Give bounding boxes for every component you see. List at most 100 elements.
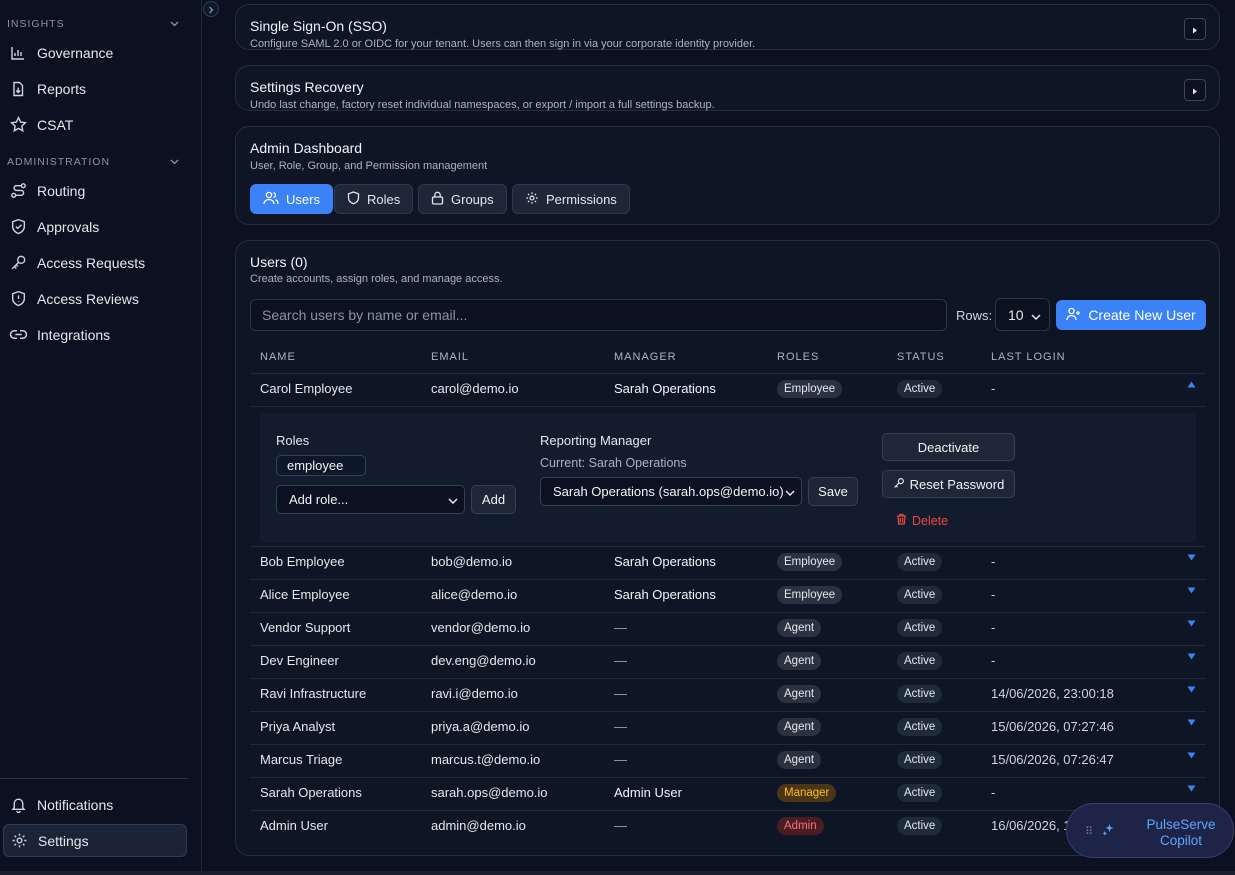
key-icon xyxy=(893,477,905,492)
column-header-email: EMAIL xyxy=(431,351,470,363)
settings-recovery-card: Settings Recovery Undo last change, fact… xyxy=(235,65,1220,111)
status-badge: Active xyxy=(897,619,943,637)
tab-groups[interactable]: Groups xyxy=(418,184,507,214)
sidebar-item-approvals[interactable]: Approvals xyxy=(3,210,187,243)
play-icon xyxy=(1192,22,1198,37)
user-email: carol@demo.io xyxy=(431,381,519,396)
user-manager: — xyxy=(614,818,627,833)
user-manager: — xyxy=(614,686,627,701)
role-chip[interactable]: employee xyxy=(276,455,366,476)
user-manager: Sarah Operations xyxy=(614,381,716,396)
expand-row-icon[interactable] xyxy=(1186,750,1196,760)
recovery-expand-button[interactable] xyxy=(1184,79,1206,101)
chevron-down-icon xyxy=(448,492,458,507)
sidebar-item-governance[interactable]: Governance xyxy=(3,36,187,69)
chevron-down-icon xyxy=(169,157,179,167)
bar-chart-icon xyxy=(9,44,27,62)
save-manager-button[interactable]: Save xyxy=(808,477,858,506)
users-icon xyxy=(263,191,279,208)
sidebar: INSIGHTS Governance Reports CSAT ADMINIS… xyxy=(0,0,202,875)
trash-icon xyxy=(896,513,907,528)
sidebar-item-settings[interactable]: Settings xyxy=(3,824,187,857)
role-badge: Employee xyxy=(777,553,843,571)
row-divider xyxy=(250,810,1206,811)
bottom-strip xyxy=(0,871,1235,875)
play-icon xyxy=(1192,83,1198,98)
tab-roles[interactable]: Roles xyxy=(334,184,414,214)
sidebar-item-integrations[interactable]: Integrations xyxy=(3,318,187,351)
user-manager: — xyxy=(614,653,627,668)
row-divider xyxy=(250,711,1206,712)
user-email: alice@demo.io xyxy=(431,587,518,602)
drag-handle-icon[interactable]: ⠿ xyxy=(1085,825,1093,838)
rows-per-page-select[interactable]: 10 xyxy=(995,298,1050,331)
current-manager: Current: Sarah Operations xyxy=(540,456,687,470)
tab-users[interactable]: Users xyxy=(250,184,333,214)
user-detail-panel: Roles employee Add role... Add Reporting… xyxy=(260,413,1196,543)
sidebar-item-access-requests[interactable]: Access Requests xyxy=(3,246,187,279)
sidebar-collapse-button[interactable] xyxy=(203,1,219,17)
create-user-button[interactable]: Create New User xyxy=(1056,300,1206,330)
column-header-name: NAME xyxy=(260,351,296,363)
column-header-last-login: LAST LOGIN xyxy=(991,351,1066,363)
sidebar-item-reports[interactable]: Reports xyxy=(3,72,187,105)
shield-icon xyxy=(347,190,360,208)
user-last-login: - xyxy=(991,653,996,668)
rows-value: 10 xyxy=(1008,306,1024,323)
expand-row-icon[interactable] xyxy=(1186,552,1196,562)
sidebar-divider xyxy=(0,778,188,779)
reset-password-label: Reset Password xyxy=(909,476,1005,492)
recovery-subtitle: Undo last change, factory reset individu… xyxy=(250,99,715,111)
column-header-status: STATUS xyxy=(897,351,945,363)
expand-row-icon[interactable] xyxy=(1186,783,1196,793)
section-insights[interactable]: INSIGHTS xyxy=(7,14,179,34)
user-name: Vendor Support xyxy=(260,620,351,635)
deactivate-button[interactable]: Deactivate xyxy=(882,433,1015,461)
user-name: Marcus Triage xyxy=(260,752,343,767)
tab-label: Groups xyxy=(451,191,494,207)
link-icon xyxy=(9,326,27,344)
sso-expand-button[interactable] xyxy=(1184,18,1206,40)
row-divider xyxy=(250,612,1206,613)
sidebar-item-notifications[interactable]: Notifications xyxy=(3,788,187,821)
sidebar-item-routing[interactable]: Routing xyxy=(3,174,187,207)
tab-permissions[interactable]: Permissions xyxy=(512,184,630,214)
status-badge: Active xyxy=(897,817,943,835)
add-role-select[interactable]: Add role... xyxy=(276,485,465,514)
delete-user-button[interactable]: Delete xyxy=(896,513,948,528)
row-divider xyxy=(250,579,1206,580)
status-badge: Active xyxy=(897,751,943,769)
search-input[interactable] xyxy=(250,299,947,331)
add-role-button[interactable]: Add xyxy=(471,485,516,514)
chevron-down-icon xyxy=(785,484,795,499)
reset-password-button[interactable]: Reset Password xyxy=(882,470,1015,498)
copilot-button[interactable]: ⠿ PulseServe Copilot xyxy=(1066,803,1234,858)
role-badge: Agent xyxy=(777,718,822,736)
collapse-row-icon[interactable] xyxy=(1186,379,1196,389)
manager-select-value: Sarah Operations (sarah.ops@demo.io) xyxy=(553,484,784,499)
expand-row-icon[interactable] xyxy=(1186,585,1196,595)
column-header-manager: MANAGER xyxy=(614,351,677,363)
sso-subtitle: Configure SAML 2.0 or OIDC for your tena… xyxy=(250,38,756,50)
user-plus-icon xyxy=(1066,307,1081,324)
user-last-login: 15/06/2026, 07:26:47 xyxy=(991,752,1114,767)
chevron-down-icon xyxy=(1031,307,1041,323)
section-administration[interactable]: ADMINISTRATION xyxy=(7,152,179,172)
user-email: priya.a@demo.io xyxy=(431,719,530,734)
role-badge: Agent xyxy=(777,652,822,670)
expand-row-icon[interactable] xyxy=(1186,651,1196,661)
sidebar-item-csat[interactable]: CSAT xyxy=(3,108,187,141)
role-badge: Employee xyxy=(777,586,843,604)
manager-select[interactable]: Sarah Operations (sarah.ops@demo.io) xyxy=(540,477,802,506)
user-email: ravi.i@demo.io xyxy=(431,686,518,701)
sidebar-item-label: CSAT xyxy=(37,116,74,133)
sidebar-item-label: Access Requests xyxy=(37,254,146,271)
expand-row-icon[interactable] xyxy=(1186,684,1196,694)
sidebar-item-access-reviews[interactable]: Access Reviews xyxy=(3,282,187,315)
expand-row-icon[interactable] xyxy=(1186,618,1196,628)
sidebar-item-label: Routing xyxy=(37,182,86,199)
role-badge: Manager xyxy=(777,784,837,802)
expand-row-icon[interactable] xyxy=(1186,717,1196,727)
shield-alert-icon xyxy=(9,290,27,308)
user-name: Priya Analyst xyxy=(260,719,336,734)
